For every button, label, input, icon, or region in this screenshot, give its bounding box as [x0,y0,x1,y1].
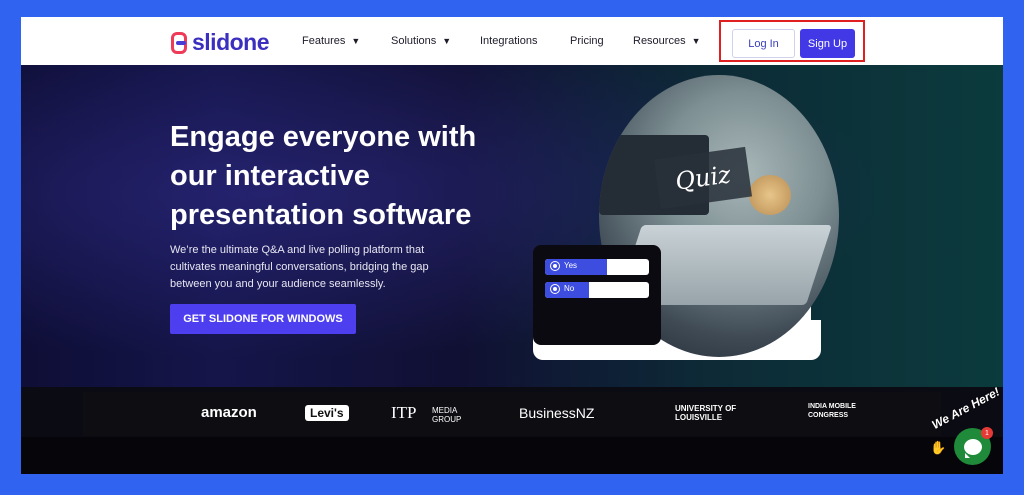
download-windows-button[interactable]: GET SLIDONE FOR WINDOWS [170,304,356,334]
nav-item-solutions[interactable]: Solutions ▼ [391,35,480,47]
nav-item-pricing[interactable]: Pricing [570,35,633,47]
nav-item-label: Integrations [480,35,538,47]
browser-viewport: slidone Features ▼ Solutions ▼ Integrati… [21,17,1003,474]
hero-headline: Engage everyone with our interactive pre… [170,121,477,231]
poll-option-no[interactable]: No [545,282,649,298]
hero-section: Engage everyone with our interactive pre… [21,65,1003,387]
nav-item-label: Features [302,35,346,47]
caret-down-icon: ▼ [351,36,361,46]
nav-item-resources[interactable]: Resources ▼ [633,35,701,47]
brand-name: slidone [192,29,270,55]
poll-option-yes[interactable]: Yes [545,259,649,275]
logo-levis: Levi's [305,405,349,421]
logo-amazon: amazon [201,404,257,421]
nav-item-integrations[interactable]: Integrations [480,35,570,47]
signup-button[interactable]: Sign Up [800,29,855,58]
hero-subtext: We’re the ultimate Q&A and live polling … [170,244,429,290]
logo-itp: ITP [391,403,417,422]
vase-image [749,175,791,215]
logo-louisville: UNIVERSITY OF LOUISVILLE [675,404,737,422]
nav-item-label: Solutions [391,35,437,47]
nav-item-features[interactable]: Features ▼ [302,35,391,47]
logo-itp-suffix: MEDIA GROUP [432,406,462,424]
nav-item-label: Pricing [570,35,604,47]
poll-option-label: No [564,284,575,293]
logo-businessnz: BusinessNZ [519,405,595,421]
logo-india-mobile-congress: INDIA MOBILE CONGRESS [808,403,856,419]
hero-background-glow [21,65,1003,387]
radio-icon [551,261,559,270]
nav-menu: Features ▼ Solutions ▼ Integrations Pric… [302,17,701,65]
poll-option-label-wrap: No [551,284,574,293]
chat-notification-badge: 1 [981,427,993,439]
brand-logo[interactable]: slidone [171,29,270,56]
nav-item-label: Resources [633,35,686,47]
poll-option-label: Yes [564,261,578,270]
client-logos-strip: amazon Levi's ITP MEDIA GROUP BusinessNZ… [83,392,941,436]
login-button[interactable]: Log In [732,29,795,58]
chat-bubble-icon [963,438,982,458]
caret-down-icon: ▼ [691,36,701,46]
page-footer-edge [21,437,1003,474]
caret-down-icon: ▼ [442,36,452,46]
radio-icon [551,284,559,293]
slidone-logo-icon [171,31,187,54]
top-navigation: slidone Features ▼ Solutions ▼ Integrati… [21,17,1003,65]
waving-hand-icon: ✋ [930,440,947,455]
poll-option-label-wrap: Yes [551,261,577,270]
